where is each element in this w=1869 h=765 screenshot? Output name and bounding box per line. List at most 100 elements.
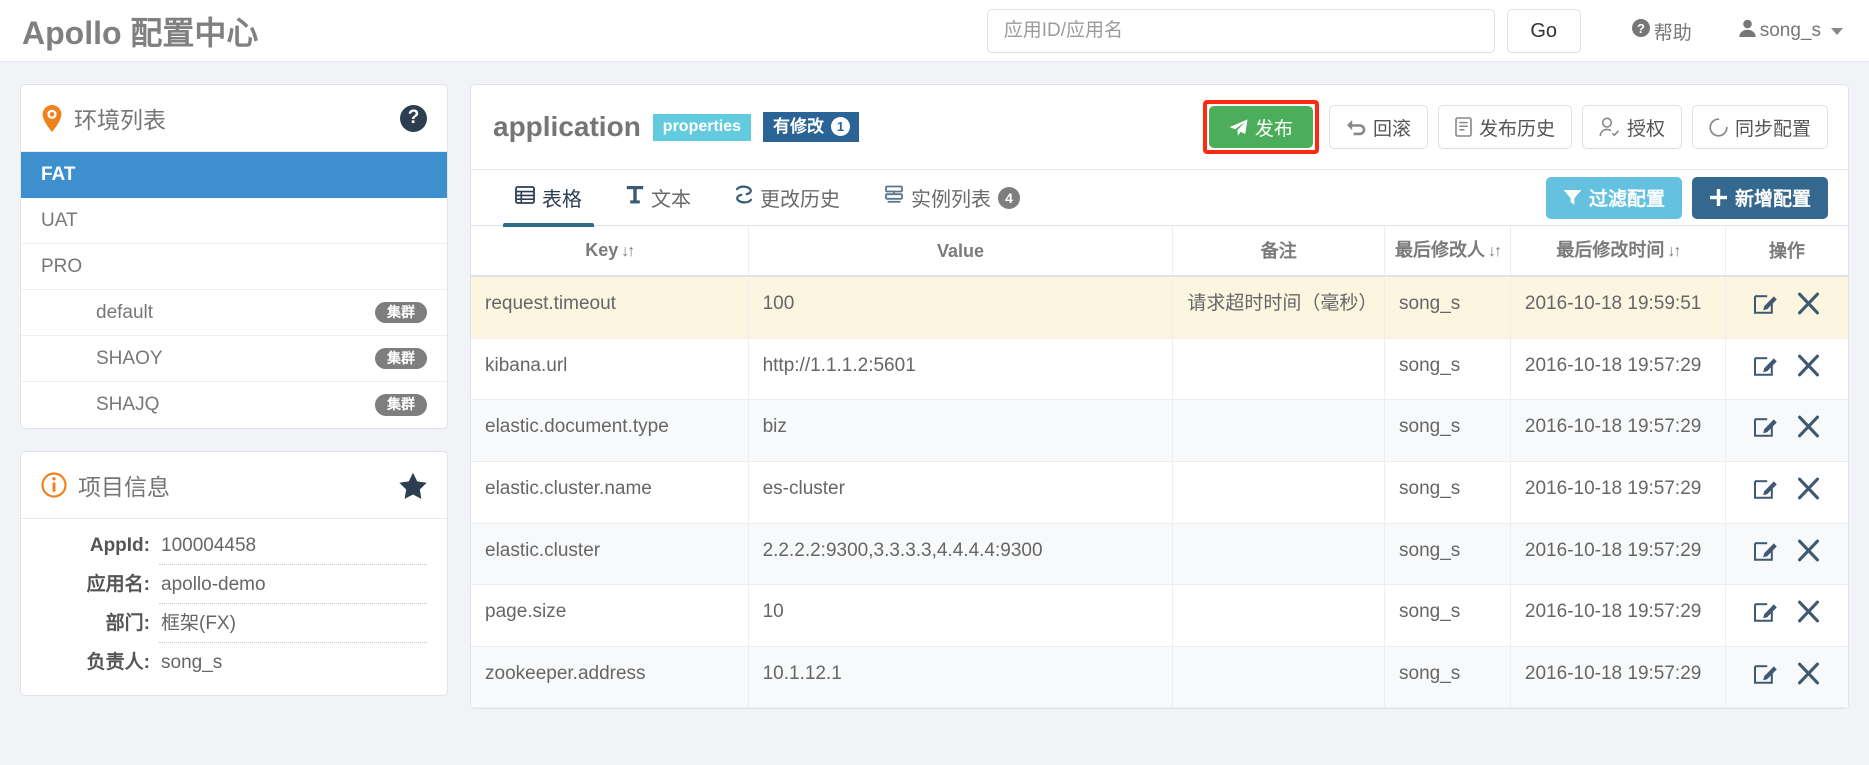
star-icon[interactable] xyxy=(399,472,427,499)
env-item-label: SHAOY xyxy=(96,348,163,370)
column-header-3[interactable]: 最后修改人 ↓↑ xyxy=(1385,226,1511,276)
plus-icon xyxy=(1709,188,1728,207)
project-info-label: 应用名: xyxy=(41,569,159,596)
env-item-default[interactable]: default集群 xyxy=(21,290,447,336)
go-button[interactable]: Go xyxy=(1507,9,1581,53)
cell-operations xyxy=(1725,523,1848,585)
env-item-uat[interactable]: UAT xyxy=(21,198,447,244)
cell-value: http://1.1.1.2:5601 xyxy=(748,338,1173,400)
toolbar-action-label: 新增配置 xyxy=(1735,184,1811,211)
cell-key: elastic.document.type xyxy=(471,400,748,462)
cell-value: 10 xyxy=(748,585,1173,647)
table-row: elastic.cluster.namees-clustersong_s2016… xyxy=(471,461,1848,523)
namespace-format-tag: properties xyxy=(653,114,751,141)
tab-text[interactable]: 文本 xyxy=(604,170,713,226)
tab-label: 文本 xyxy=(651,183,691,212)
release-history-button[interactable]: 发布历史 xyxy=(1438,105,1572,149)
env-item-fat[interactable]: FAT xyxy=(21,152,447,198)
project-info-row: 部门:框架(FX) xyxy=(41,608,427,643)
table-row: elastic.cluster2.2.2.2:9300,3.3.3.3,4.4.… xyxy=(471,523,1848,585)
add-config-button[interactable]: 新增配置 xyxy=(1692,177,1828,219)
namespace-header: application properties 有修改 1 发布回滚发布历史授权同… xyxy=(471,85,1848,170)
tab-change-history[interactable]: 更改历史 xyxy=(713,170,862,226)
edit-icon[interactable] xyxy=(1753,353,1778,386)
cell-operations xyxy=(1725,276,1848,338)
edit-icon[interactable] xyxy=(1753,476,1778,509)
cell-operations xyxy=(1725,585,1848,647)
cluster-badge: 集群 xyxy=(375,394,427,416)
edit-icon[interactable] xyxy=(1753,661,1778,694)
sync-config-button[interactable]: 同步配置 xyxy=(1692,105,1828,149)
project-info-label: 负责人: xyxy=(41,647,159,674)
project-info-value: apollo-demo xyxy=(159,574,427,604)
history-icon xyxy=(735,185,753,210)
publish-highlight-box: 发布 xyxy=(1203,100,1319,154)
cell-modified-by: song_s xyxy=(1385,585,1511,647)
filter-config-button[interactable]: 过滤配置 xyxy=(1546,177,1682,219)
edit-icon[interactable] xyxy=(1753,538,1778,571)
delete-icon[interactable] xyxy=(1796,414,1821,447)
action-label: 回滚 xyxy=(1373,114,1411,141)
config-table-header-row: Key ↓↑Value备注最后修改人 ↓↑最后修改时间 ↓↑操作 xyxy=(471,226,1848,276)
cell-modified-by: song_s xyxy=(1385,646,1511,708)
question-mark-icon[interactable]: ? xyxy=(400,105,427,132)
project-info-value: 100004458 xyxy=(159,535,427,565)
user-check-icon xyxy=(1599,117,1620,137)
tab-count-badge: 4 xyxy=(998,187,1020,209)
edit-icon[interactable] xyxy=(1753,599,1778,632)
env-item-label: PRO xyxy=(41,256,82,278)
search-input[interactable] xyxy=(987,9,1495,53)
cell-modified-at: 2016-10-18 19:57:29 xyxy=(1510,523,1725,585)
table-row: request.timeout100请求超时时间（毫秒）song_s2016-1… xyxy=(471,276,1848,338)
tab-instance-list[interactable]: 实例列表4 xyxy=(862,170,1042,226)
delete-icon[interactable] xyxy=(1796,353,1821,386)
table-icon xyxy=(515,185,535,211)
column-header-label: 操作 xyxy=(1769,241,1805,261)
delete-icon[interactable] xyxy=(1796,476,1821,509)
project-info-value: 框架(FX) xyxy=(159,608,427,643)
action-label: 发布历史 xyxy=(1479,114,1555,141)
authorize-button[interactable]: 授权 xyxy=(1582,105,1682,149)
action-label: 发布 xyxy=(1255,114,1293,141)
env-item-shaoy[interactable]: SHAOY集群 xyxy=(21,336,447,382)
delete-icon[interactable] xyxy=(1796,661,1821,694)
edit-icon[interactable] xyxy=(1753,414,1778,447)
help-link[interactable]: ? 帮助 xyxy=(1631,18,1692,45)
header-right-group: Go ? 帮助 song_s xyxy=(987,0,1869,62)
cell-value: 10.1.12.1 xyxy=(748,646,1173,708)
sort-arrows-icon[interactable]: ↓↑ xyxy=(621,242,633,262)
delete-icon[interactable] xyxy=(1796,599,1821,632)
delete-icon[interactable] xyxy=(1796,291,1821,324)
delete-icon[interactable] xyxy=(1796,538,1821,571)
tab-table[interactable]: 表格 xyxy=(493,170,604,226)
app-search-group: Go xyxy=(987,9,1581,53)
table-row: zookeeper.address10.1.12.1song_s2016-10-… xyxy=(471,646,1848,708)
cell-modified-at: 2016-10-18 19:57:29 xyxy=(1510,461,1725,523)
rollback-button[interactable]: 回滚 xyxy=(1329,105,1428,149)
cell-modified-at: 2016-10-18 19:57:29 xyxy=(1510,338,1725,400)
cell-modified-by: song_s xyxy=(1385,338,1511,400)
sort-arrows-icon[interactable]: ↓↑ xyxy=(1667,242,1679,262)
env-item-label: SHAJQ xyxy=(96,394,159,416)
edit-icon[interactable] xyxy=(1753,291,1778,324)
env-item-pro[interactable]: PRO xyxy=(21,244,447,290)
location-pin-icon xyxy=(41,105,63,132)
toolbar-action-label: 过滤配置 xyxy=(1589,184,1665,211)
column-header-4[interactable]: 最后修改时间 ↓↑ xyxy=(1510,226,1725,276)
cell-value: es-cluster xyxy=(748,461,1173,523)
sort-arrows-icon[interactable]: ↓↑ xyxy=(1488,242,1500,262)
project-info-header: 项目信息 xyxy=(21,452,447,519)
circle-sync-icon xyxy=(1709,118,1728,137)
column-header-label: Key xyxy=(585,240,618,260)
sidebar: 环境列表 ? FATUATPROdefault集群SHAOY集群SHAJQ集群 xyxy=(20,84,448,696)
namespace-panel: application properties 有修改 1 发布回滚发布历史授权同… xyxy=(470,84,1849,709)
column-header-0[interactable]: Key ↓↑ xyxy=(471,226,748,276)
app-brand-title: Apollo 配置中心 xyxy=(22,8,258,54)
config-table-body: request.timeout100请求超时时间（毫秒）song_s2016-1… xyxy=(471,276,1848,708)
cell-comment: 请求超时时间（毫秒） xyxy=(1173,276,1385,338)
env-item-shajq[interactable]: SHAJQ 集群 xyxy=(21,382,447,428)
user-name-label: song_s xyxy=(1760,20,1821,42)
user-menu[interactable]: song_s xyxy=(1738,18,1843,44)
publish-button[interactable]: 发布 xyxy=(1209,106,1313,148)
page-body: 环境列表 ? FATUATPROdefault集群SHAOY集群SHAJQ集群 xyxy=(0,62,1869,709)
